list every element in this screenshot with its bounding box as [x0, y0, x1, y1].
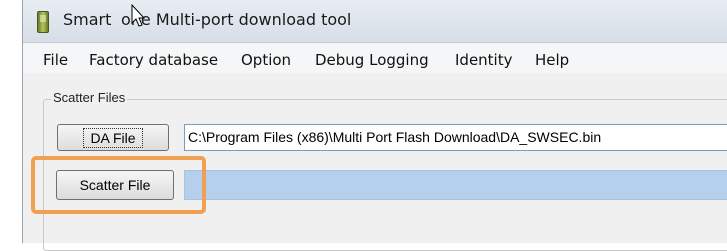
- menu-option[interactable]: Option: [241, 51, 291, 69]
- menu-bar: File Factory database Option Debug Loggi…: [23, 43, 727, 73]
- scatter-file-button[interactable]: Scatter File: [56, 170, 174, 200]
- menu-identity[interactable]: Identity: [455, 51, 513, 69]
- da-file-path-field[interactable]: C:\Program Files (x86)\Multi Port Flash …: [184, 124, 727, 151]
- menu-debug-logging[interactable]: Debug Logging: [315, 51, 429, 69]
- da-file-button[interactable]: DA File: [57, 124, 169, 151]
- title-bar[interactable]: Smart one Multi-port download tool: [23, 0, 727, 43]
- menu-help[interactable]: Help: [535, 51, 569, 69]
- menu-factory-database[interactable]: Factory database: [89, 51, 218, 69]
- scatter-file-path-field[interactable]: [184, 170, 727, 200]
- phone-app-icon: [37, 11, 49, 33]
- scatter-files-group-label: Scatter Files: [51, 90, 128, 105]
- mouse-pointer-icon: [131, 4, 146, 27]
- main-window: Smart one Multi-port download tool File …: [22, 0, 727, 251]
- menu-file[interactable]: File: [43, 51, 68, 69]
- da-file-button-label: DA File: [83, 127, 143, 148]
- window-title: Smart one Multi-port download tool: [63, 10, 352, 29]
